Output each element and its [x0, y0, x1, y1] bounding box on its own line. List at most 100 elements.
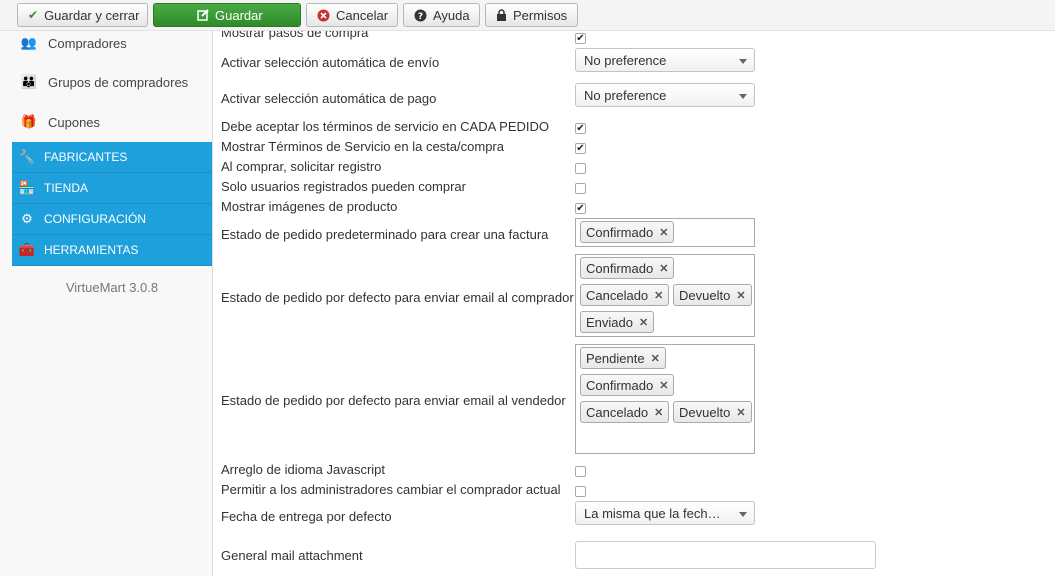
sidebar-item-label: Compradores	[48, 35, 127, 51]
store-icon: 🏪	[18, 180, 36, 195]
show-checkout-steps-checkbox[interactable]: ✔	[575, 33, 586, 44]
delivery-date-select[interactable]: La misma que la fech…	[575, 501, 755, 525]
sidebar-section-label: CONFIGURACIÓN	[44, 212, 146, 226]
wrench-icon: 🔧	[18, 149, 36, 164]
invoice-status-multiselect[interactable]: Confirmado ✕	[575, 218, 755, 247]
email-buyer-multiselect[interactable]: Confirmado ✕ Cancelado ✕ Devuelto ✕ Envi…	[575, 254, 755, 337]
sidebar-item-coupons[interactable]: 🎁 Cupones	[12, 107, 212, 137]
show-images-label: Mostrar imágenes de producto	[221, 199, 398, 214]
svg-text:?: ?	[418, 12, 423, 22]
sidebar-section-label: HERRAMIENTAS	[44, 243, 139, 257]
show-images-checkbox[interactable]: ✔	[575, 203, 586, 214]
help-button[interactable]: ? Ayuda	[403, 3, 480, 27]
sidebar-item-buyers[interactable]: 👥 Compradores	[12, 28, 212, 58]
cancel-label: Cancelar	[336, 7, 389, 23]
ask-register-label: Al comprar, solicitar registro	[221, 159, 382, 174]
help-label: Ayuda	[433, 7, 470, 23]
sidebar-item-label: Grupos de compradores	[48, 74, 189, 90]
question-circle-icon: ?	[414, 9, 427, 22]
sidebar-section-configuration[interactable]: ⚙ CONFIGURACIÓN	[12, 204, 212, 235]
remove-icon[interactable]: ✕	[736, 406, 745, 419]
remove-icon[interactable]: ✕	[651, 352, 660, 365]
gear-icon: ⚙	[21, 211, 33, 226]
auto-payment-select[interactable]: No preference	[575, 83, 755, 107]
auto-payment-value: No preference	[584, 87, 667, 103]
status-chip-label: Cancelado	[586, 404, 649, 420]
status-chip-label: Devuelto	[679, 287, 731, 303]
chevron-down-icon	[739, 94, 747, 99]
email-buyer-label: Estado de pedido por defecto para enviar…	[221, 290, 574, 305]
sidebar-section-tools[interactable]: 🧰 HERRAMIENTAS	[12, 235, 212, 266]
edit-icon	[197, 9, 209, 21]
status-chip: Confirmado ✕	[580, 374, 675, 396]
auto-shipment-value: No preference	[584, 52, 667, 68]
only-registered-label: Solo usuarios registrados pueden comprar	[221, 179, 466, 194]
remove-icon[interactable]: ✕	[639, 316, 648, 329]
save-and-close-button[interactable]: ✔ Guardar y cerrar	[17, 3, 148, 27]
tools-box-icon: 🧰	[18, 242, 36, 257]
status-chip-label: Confirmado	[586, 224, 654, 240]
admin-change-shopper-checkbox[interactable]	[575, 486, 586, 497]
tos-show-checkbox[interactable]: ✔	[575, 143, 586, 154]
show-checkout-steps-label: Mostrar pasos de compra	[221, 31, 369, 40]
status-chip: Cancelado ✕	[580, 401, 670, 423]
remove-icon[interactable]: ✕	[659, 226, 668, 239]
status-chip-label: Confirmado	[586, 377, 654, 393]
cancel-button[interactable]: Cancelar	[306, 3, 398, 27]
sidebar-item-buyer-groups[interactable]: 👪 Grupos de compradores	[12, 67, 212, 97]
sidebar-section-label: FABRICANTES	[44, 150, 128, 164]
tos-show-label: Mostrar Términos de Servicio en la cesta…	[221, 139, 504, 154]
save-button[interactable]: Guardar	[153, 3, 301, 27]
permissions-button[interactable]: Permisos	[485, 3, 578, 27]
ask-register-checkbox[interactable]	[575, 163, 586, 174]
permissions-label: Permisos	[513, 7, 568, 23]
status-chip: Confirmado ✕	[580, 257, 675, 279]
remove-icon[interactable]: ✕	[654, 289, 663, 302]
auto-shipment-label: Activar selección automática de envío	[221, 55, 440, 70]
user-groups-icon: 👪	[20, 74, 38, 89]
sidebar-section-manufacturers[interactable]: 🔧 FABRICANTES	[12, 142, 212, 173]
checkmark-icon: ✔	[28, 8, 39, 22]
save-label: Guardar	[215, 7, 263, 23]
delivery-date-value: La misma que la fech…	[584, 505, 721, 521]
toolbar: ✔ Guardar y cerrar Guardar Cancelar ? Ay…	[0, 0, 1055, 31]
status-chip-label: Cancelado	[586, 287, 649, 303]
auto-shipment-select[interactable]: No preference	[575, 48, 755, 72]
sidebar: 👥 Compradores 👪 Grupos de compradores 🎁 …	[0, 31, 213, 576]
config-form: Mostrar pasos de compra ✔ Activar selecc…	[221, 31, 1055, 576]
gift-icon: 🎁	[20, 114, 38, 129]
auto-payment-label: Activar selección automática de pago	[221, 91, 437, 106]
remove-icon[interactable]: ✕	[659, 262, 668, 275]
sidebar-item-label: Cupones	[48, 114, 101, 130]
remove-icon[interactable]: ✕	[736, 289, 745, 302]
status-chip: Devuelto ✕	[673, 401, 752, 423]
mail-attachment-label: General mail attachment	[221, 548, 363, 563]
users-icon: 👥	[20, 35, 38, 50]
chevron-down-icon	[739, 512, 747, 517]
remove-icon[interactable]: ✕	[654, 406, 663, 419]
version-text: VirtueMart 3.0.8	[65, 280, 159, 295]
status-chip: Enviado ✕	[580, 311, 655, 333]
save-and-close-label: Guardar y cerrar	[44, 7, 140, 23]
cancel-circle-icon	[317, 9, 330, 22]
tos-each-order-label: Debe aceptar los términos de servicio en…	[221, 119, 550, 134]
remove-icon[interactable]: ✕	[659, 379, 668, 392]
sidebar-section-store[interactable]: 🏪 TIENDA	[12, 173, 212, 204]
delivery-date-label: Fecha de entrega por defecto	[221, 509, 392, 524]
status-chip: Confirmado ✕	[580, 221, 675, 243]
status-chip: Devuelto ✕	[673, 284, 752, 306]
status-chip: Pendiente ✕	[580, 347, 666, 369]
only-registered-checkbox[interactable]	[575, 183, 586, 194]
status-chip-label: Pendiente	[586, 350, 645, 366]
status-chip-label: Enviado	[586, 314, 633, 330]
invoice-status-label: Estado de pedido predeterminado para cre…	[221, 227, 549, 242]
mail-attachment-input[interactable]	[575, 541, 876, 569]
js-lang-checkbox[interactable]	[575, 466, 586, 477]
email-vendor-multiselect[interactable]: Pendiente ✕ Confirmado ✕ Cancelado ✕ Dev…	[575, 344, 755, 454]
sidebar-section-label: TIENDA	[44, 181, 89, 195]
js-lang-label: Arreglo de idioma Javascript	[221, 462, 386, 477]
tos-each-order-checkbox[interactable]: ✔	[575, 123, 586, 134]
status-chip: Cancelado ✕	[580, 284, 670, 306]
chevron-down-icon	[739, 59, 747, 64]
admin-change-shopper-label: Permitir a los administradores cambiar e…	[221, 482, 561, 497]
